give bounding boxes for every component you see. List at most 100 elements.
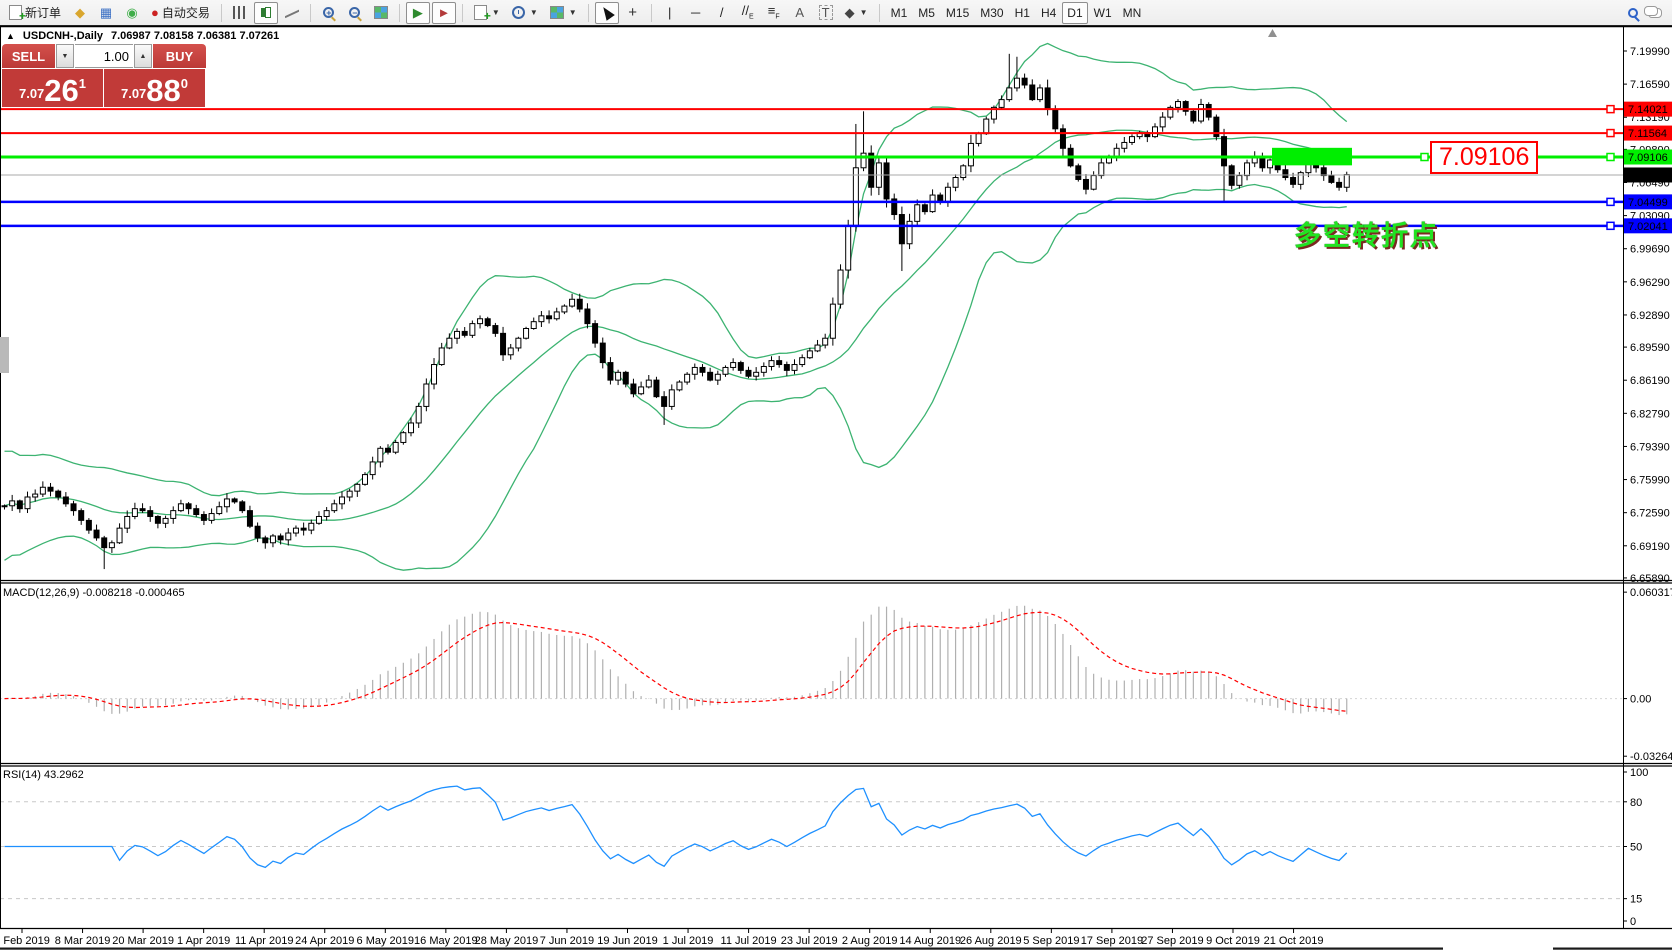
line-handle[interactable] (1421, 154, 1428, 161)
timeframe-W1[interactable]: W1 (1089, 2, 1117, 24)
zoom-out-button[interactable]: − (343, 2, 367, 24)
left-edge-tab[interactable] (0, 337, 9, 373)
text-button[interactable]: A (788, 2, 812, 24)
channel-button[interactable]: //E (736, 2, 760, 24)
crosshair-icon: + (628, 5, 637, 20)
sell-price[interactable]: 7.07 26 1 (2, 69, 103, 107)
new-order-label: 新订单 (25, 4, 61, 21)
rsi-axis-tick: 15 (1630, 894, 1642, 906)
search-icon[interactable] (1628, 8, 1638, 18)
timeframe-M5[interactable]: M5 (913, 2, 940, 24)
price-level-callout[interactable]: 7.09106 (1430, 141, 1538, 174)
date-tick: 21 Oct 2019 (1264, 935, 1324, 947)
buy-price-sup: 0 (181, 76, 188, 91)
price-tick: 6.96290 (1630, 277, 1670, 289)
timeframe-H4[interactable]: H4 (1036, 2, 1061, 24)
indicators-icon: + (474, 5, 487, 20)
fibonacci-button[interactable]: ≡F (762, 2, 786, 24)
rsi-axis-tick: 80 (1630, 797, 1642, 809)
gold-icon: ◆ (75, 6, 85, 19)
line-handle[interactable] (1607, 198, 1614, 205)
date-tick: 6 Feb 2019 (0, 935, 50, 947)
bottom-border (1553, 948, 1672, 950)
periods-button[interactable]: ▼ (507, 2, 543, 24)
date-tick: 23 Jul 2019 (781, 935, 838, 947)
signal-icon: ◉ (126, 6, 137, 19)
price-tick: 6.69190 (1630, 541, 1670, 553)
sell-button[interactable]: SELL (2, 44, 55, 68)
text-label-button[interactable]: T (814, 2, 838, 24)
profile-icon: ▦ (100, 6, 112, 19)
timeframe-M30[interactable]: M30 (975, 2, 1008, 24)
buy-price[interactable]: 7.07 88 0 (104, 69, 205, 107)
auto-scroll-button[interactable]: ▶ (406, 2, 430, 24)
timeframe-D1[interactable]: D1 (1062, 2, 1087, 24)
date-tick: 9 Oct 2019 (1206, 935, 1260, 947)
volume-increase-button[interactable]: ▲ (134, 44, 152, 68)
level-badge-text: 7.11564 (1628, 128, 1667, 140)
separator (221, 4, 222, 22)
bar-chart-button[interactable] (228, 2, 252, 24)
auto-scroll-icon: ▶ (413, 6, 423, 19)
line-handle[interactable] (1607, 106, 1614, 113)
horizontal-line-icon: ─ (691, 6, 700, 19)
tile-windows-button[interactable] (369, 2, 393, 24)
vertical-line-button[interactable]: | (658, 2, 682, 24)
new-order-icon: + (9, 5, 22, 20)
cursor-icon (599, 4, 615, 20)
bar-chart-icon (233, 6, 247, 19)
date-tick: 27 Sep 2019 (1141, 935, 1203, 947)
collapse-toggle-icon[interactable]: ▲ (6, 31, 15, 41)
level-badge-text: 7.14021 (1628, 104, 1668, 116)
trendline-icon: / (720, 6, 724, 19)
candlestick-button[interactable] (254, 2, 278, 24)
chart-shift-icon: ► (437, 6, 450, 19)
volume-input[interactable] (75, 44, 133, 68)
chevron-down-icon: ▼ (530, 8, 538, 17)
template-button[interactable]: ▼ (545, 2, 582, 24)
date-tick: 20 Mar 2019 (112, 935, 174, 947)
crosshair-button[interactable]: + (621, 2, 645, 24)
line-chart-button[interactable] (280, 2, 304, 24)
price-tick: 6.79390 (1630, 441, 1670, 453)
rsi-axis-tick: 50 (1630, 842, 1642, 854)
macd-axis-tick: 0.060317 (1630, 587, 1672, 599)
price-tick: 7.19990 (1630, 46, 1670, 58)
line-handle[interactable] (1607, 222, 1614, 229)
turning-point-annotation[interactable]: 多空转折点 (1294, 214, 1439, 253)
arrows-button[interactable]: ◆▼ (840, 2, 873, 24)
timeframe-H1[interactable]: H1 (1010, 2, 1035, 24)
market-watch-button[interactable]: ◆ (68, 2, 92, 24)
price-tick: 6.89590 (1630, 342, 1670, 354)
volume-decrease-button[interactable]: ▼ (56, 44, 74, 68)
cursor-button[interactable] (595, 2, 619, 24)
price-tick: 6.99690 (1630, 244, 1670, 256)
buy-price-small: 7.07 (121, 86, 146, 101)
zoom-in-button[interactable]: + (317, 2, 341, 24)
line-handle[interactable] (1607, 154, 1614, 161)
separator (651, 4, 652, 22)
line-handle[interactable] (1607, 130, 1614, 137)
autotrading-icon: ● (151, 6, 159, 19)
horizontal-line-button[interactable]: ─ (684, 2, 708, 24)
price-tick: 6.72590 (1630, 508, 1670, 520)
trendline-button[interactable]: / (710, 2, 734, 24)
new-order-button[interactable]: + 新订单 (4, 2, 66, 24)
timeframe-MN[interactable]: MN (1118, 2, 1147, 24)
chart-title: ▲ USDCNH-,Daily 7.06987 7.08158 7.06381 … (6, 30, 279, 42)
timeframe-M15[interactable]: M15 (941, 2, 974, 24)
autotrading-button[interactable]: ● 自动交易 (146, 2, 215, 24)
indicators-button[interactable]: +▼ (469, 2, 505, 24)
profile-button[interactable]: ▦ (94, 2, 118, 24)
buy-button[interactable]: BUY (153, 44, 206, 68)
timeframe-M1[interactable]: M1 (886, 2, 913, 24)
chart-shift-button[interactable]: ► (432, 2, 456, 24)
rsi-axis-tick: 0 (1630, 916, 1636, 928)
separator (310, 4, 311, 22)
signals-button[interactable]: ◉ (120, 2, 144, 24)
chat-icon[interactable] (1648, 8, 1662, 18)
date-tick: 28 May 2019 (475, 935, 539, 947)
date-tick: 7 Jun 2019 (540, 935, 594, 947)
rsi-axis-tick: 100 (1630, 767, 1648, 779)
separator (399, 4, 400, 22)
